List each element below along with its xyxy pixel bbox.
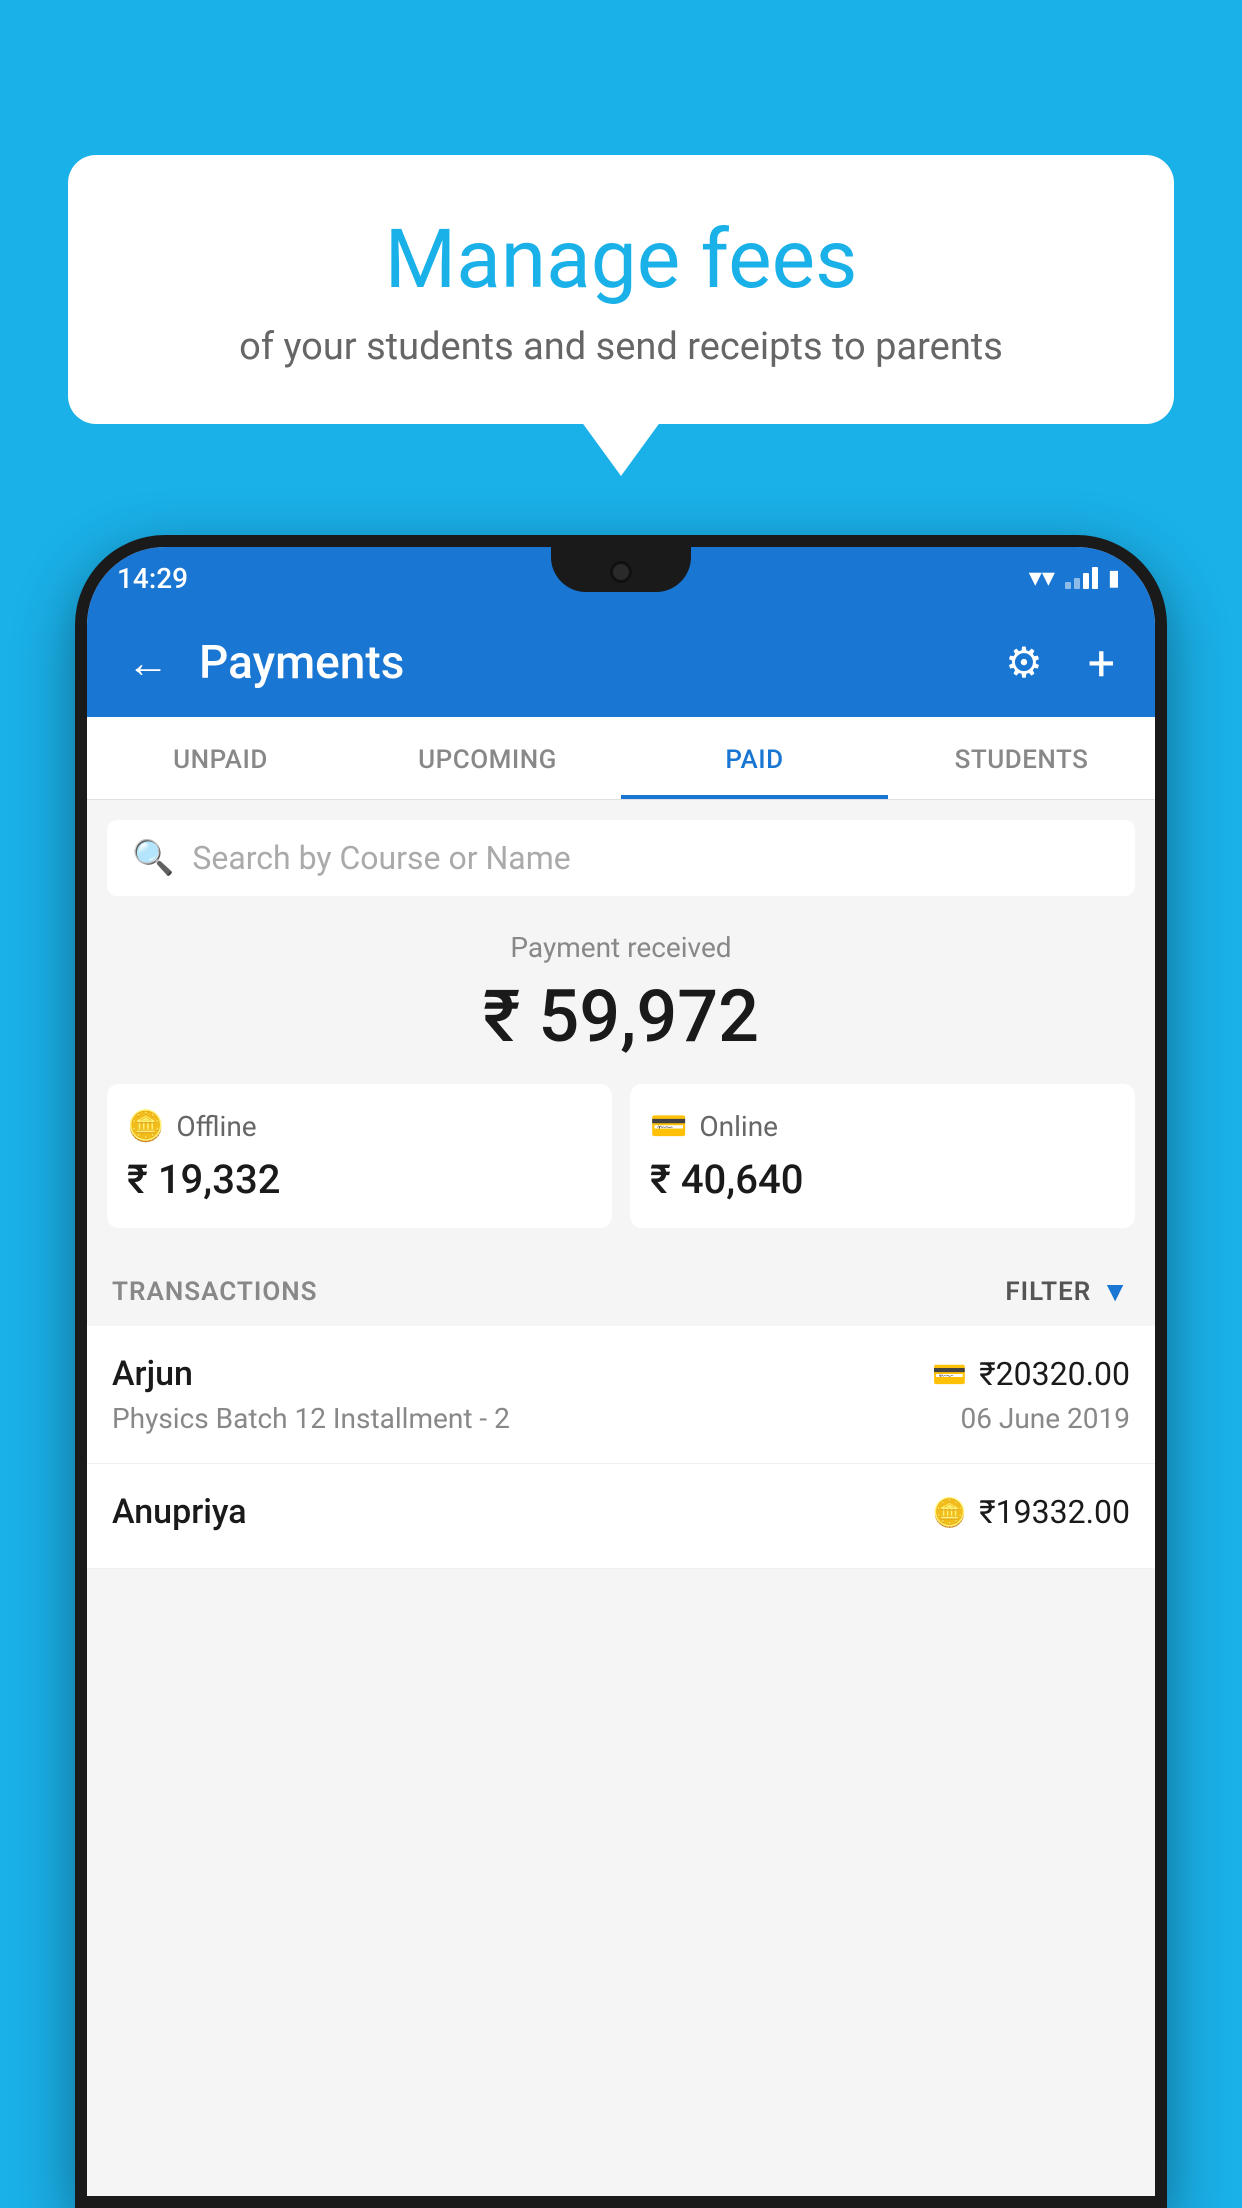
transaction-row-top: Anupriya 🪙 ₹19332.00	[112, 1492, 1130, 1532]
back-button[interactable]: ←	[117, 629, 179, 698]
tab-upcoming[interactable]: UPCOMING	[354, 717, 621, 799]
transaction-row-bottom: Physics Batch 12 Installment - 2 06 June…	[112, 1402, 1130, 1435]
transactions-label: TRANSACTIONS	[112, 1277, 318, 1307]
tab-students[interactable]: STUDENTS	[888, 717, 1155, 799]
offline-label: Offline	[176, 1110, 256, 1143]
search-bar[interactable]: 🔍 Search by Course or Name	[107, 820, 1135, 896]
payment-total-amount: ₹ 59,972	[87, 974, 1155, 1059]
card-payment-icon: 💳	[932, 1358, 967, 1391]
battery-icon: ▮	[1108, 566, 1120, 591]
offline-card-header: 🪙 Offline	[127, 1109, 592, 1144]
tab-bar: UNPAID UPCOMING PAID STUDENTS	[87, 717, 1155, 800]
table-row[interactable]: Anupriya 🪙 ₹19332.00	[87, 1464, 1155, 1569]
speech-bubble-container: Manage fees of your students and send re…	[68, 155, 1174, 424]
online-amount: ₹ 40,640	[650, 1156, 1115, 1203]
camera-dot	[610, 561, 632, 583]
add-button[interactable]: +	[1078, 625, 1125, 702]
search-icon: 🔍	[132, 838, 174, 878]
filter-label: FILTER	[1005, 1277, 1091, 1307]
filter-button[interactable]: FILTER ▼	[1005, 1275, 1130, 1308]
app-title: Payments	[199, 636, 975, 690]
offline-icon: 🪙	[127, 1109, 164, 1144]
tab-unpaid[interactable]: UNPAID	[87, 717, 354, 799]
tab-paid[interactable]: PAID	[621, 717, 888, 799]
table-row[interactable]: Arjun 💳 ₹20320.00 Physics Batch 12 Insta…	[87, 1326, 1155, 1464]
phone-frame: 14:29 ▾▾ ▮ ← Payments ⚙ + UNPAID UP	[75, 535, 1167, 2208]
phone-inner: 14:29 ▾▾ ▮ ← Payments ⚙ + UNPAID UP	[87, 547, 1155, 2196]
payment-cards: 🪙 Offline ₹ 19,332 💳 Online ₹ 40,640	[87, 1084, 1155, 1253]
settings-button[interactable]: ⚙	[995, 628, 1053, 698]
search-placeholder: Search by Course or Name	[192, 839, 570, 877]
offline-payment-icon: 🪙	[932, 1496, 967, 1529]
transaction-name: Anupriya	[112, 1492, 247, 1532]
transactions-header: TRANSACTIONS FILTER ▼	[87, 1253, 1155, 1326]
online-card: 💳 Online ₹ 40,640	[630, 1084, 1135, 1228]
transaction-row-top: Arjun 💳 ₹20320.00	[112, 1354, 1130, 1394]
transaction-amount-wrap: 🪙 ₹19332.00	[932, 1493, 1130, 1531]
payment-summary: Payment received ₹ 59,972	[87, 896, 1155, 1084]
transaction-date: 06 June 2019	[960, 1402, 1130, 1435]
transaction-amount: ₹19332.00	[979, 1493, 1130, 1531]
transaction-amount-wrap: 💳 ₹20320.00	[932, 1355, 1130, 1393]
wifi-icon: ▾▾	[1029, 563, 1055, 593]
online-icon: 💳	[650, 1109, 687, 1144]
signal-bars-icon	[1065, 567, 1098, 589]
offline-card: 🪙 Offline ₹ 19,332	[107, 1084, 612, 1228]
content-area: 🔍 Search by Course or Name Payment recei…	[87, 800, 1155, 2196]
app-bar: ← Payments ⚙ +	[87, 609, 1155, 717]
transaction-name: Arjun	[112, 1354, 193, 1394]
filter-icon: ▼	[1101, 1275, 1130, 1308]
notch	[551, 547, 691, 592]
transaction-amount: ₹20320.00	[979, 1355, 1130, 1393]
offline-amount: ₹ 19,332	[127, 1156, 592, 1203]
online-label: Online	[699, 1110, 778, 1143]
bubble-title: Manage fees	[118, 215, 1124, 305]
transaction-course: Physics Batch 12 Installment - 2	[112, 1402, 510, 1435]
online-card-header: 💳 Online	[650, 1109, 1115, 1144]
status-icons: ▾▾ ▮	[1029, 563, 1120, 593]
payment-received-label: Payment received	[87, 931, 1155, 964]
speech-bubble: Manage fees of your students and send re…	[68, 155, 1174, 424]
phone-screen: 14:29 ▾▾ ▮ ← Payments ⚙ + UNPAID UP	[87, 547, 1155, 2196]
status-time: 14:29	[117, 562, 188, 595]
bubble-subtitle: of your students and send receipts to pa…	[118, 325, 1124, 369]
